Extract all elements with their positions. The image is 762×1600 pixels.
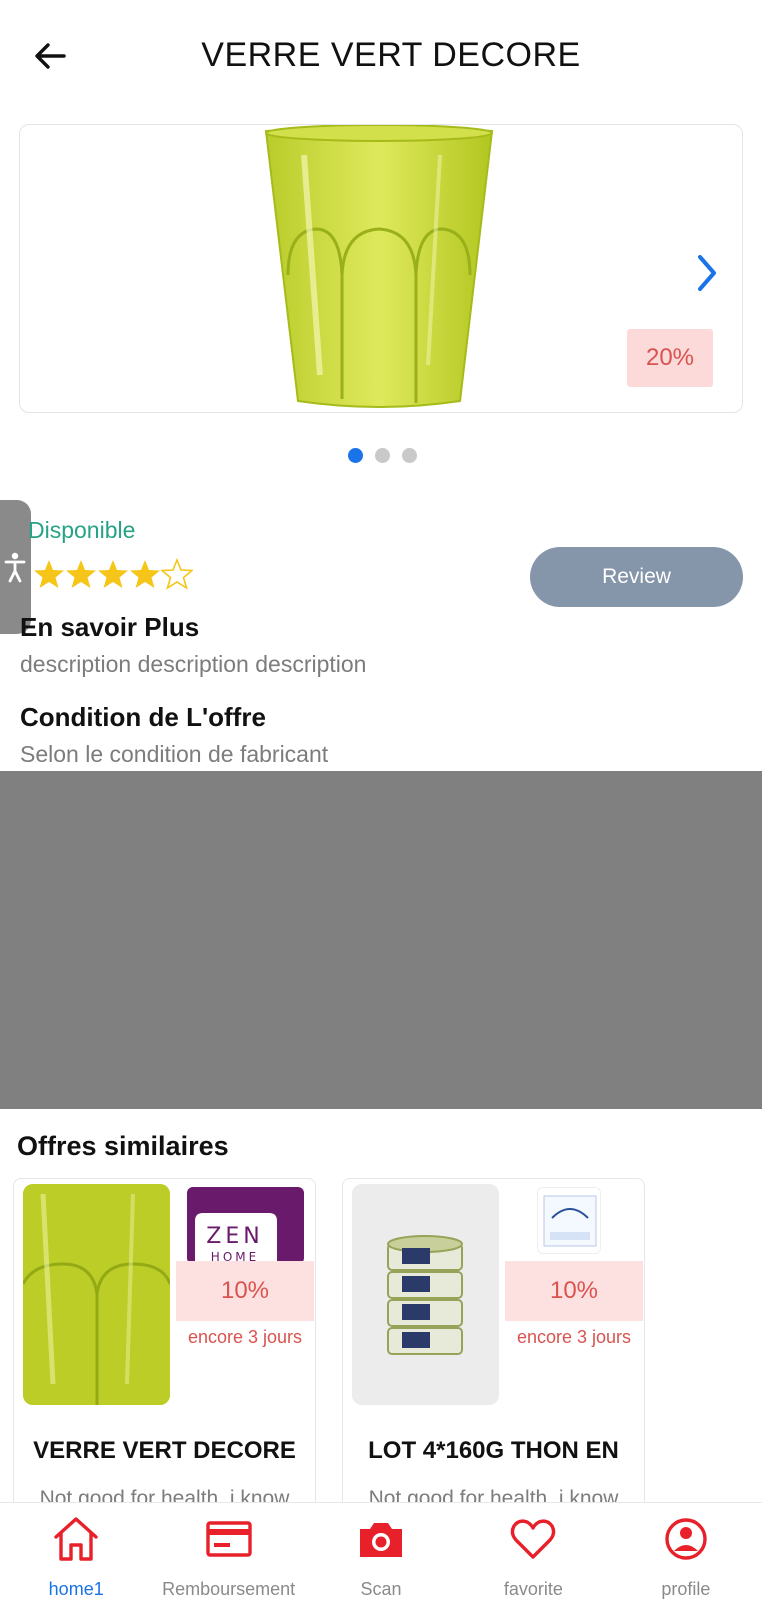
nav-label: favorite bbox=[503, 1579, 563, 1599]
svg-text:ZEN: ZEN bbox=[206, 1224, 263, 1249]
nav-item-profile[interactable]: profile bbox=[610, 1503, 762, 1600]
offer-condition-text: Selon le condition de fabricant bbox=[20, 741, 329, 767]
similar-offers-title: Offres similaires bbox=[17, 1131, 229, 1161]
availability-status: Disponible bbox=[28, 517, 136, 543]
nav-item-home[interactable]: home1 bbox=[0, 1503, 152, 1600]
offer-discount-badge: 10% bbox=[505, 1261, 643, 1321]
accessibility-icon bbox=[4, 552, 26, 583]
nav-label: Scan bbox=[360, 1579, 402, 1599]
offer-image bbox=[23, 1184, 170, 1405]
more-info-heading: En savoir Plus bbox=[20, 612, 200, 642]
bottom-navigation: home1 Remboursement Scan favorite profil… bbox=[0, 1502, 762, 1600]
star-filled-icon bbox=[98, 560, 128, 588]
review-button[interactable]: Review bbox=[530, 547, 743, 607]
carousel-dot-3[interactable] bbox=[401, 448, 417, 463]
offer-image bbox=[352, 1184, 499, 1405]
card-icon bbox=[205, 1521, 252, 1557]
nav-item-remboursement[interactable]: Remboursement bbox=[152, 1503, 304, 1600]
offer-title: VERRE VERT DECORE bbox=[33, 1437, 296, 1464]
star-filled-icon bbox=[66, 560, 96, 588]
offer-remaining-days: encore 3 jours bbox=[187, 1327, 303, 1347]
page-title: VERRE VERT DECORE bbox=[201, 36, 581, 74]
product-image bbox=[244, 125, 514, 412]
star-filled-icon bbox=[34, 560, 64, 588]
nav-label: profile bbox=[661, 1579, 711, 1599]
product-image-carousel[interactable]: 20% bbox=[19, 124, 743, 413]
offer-condition-heading: Condition de L'offre bbox=[20, 702, 266, 732]
app-header: VERRE VERT DECORE bbox=[0, 0, 762, 112]
home-icon bbox=[54, 1517, 98, 1561]
nav-item-scan[interactable]: Scan bbox=[305, 1503, 457, 1600]
carousel-pagination bbox=[0, 448, 762, 463]
nav-label: home1 bbox=[48, 1579, 104, 1599]
brand-logo-zen-home: ZEN HOME bbox=[187, 1187, 304, 1264]
heart-icon bbox=[511, 1519, 556, 1559]
offer-discount-badge: 10% bbox=[176, 1261, 314, 1321]
star-empty-icon bbox=[161, 558, 193, 590]
offer-remaining-days: encore 3 jours bbox=[516, 1327, 632, 1347]
carousel-next-button[interactable] bbox=[694, 253, 720, 293]
more-info-text: description description description bbox=[20, 651, 367, 677]
offer-title: LOT 4*160G THON EN bbox=[368, 1437, 619, 1464]
carousel-dot-2[interactable] bbox=[374, 448, 390, 463]
profile-icon bbox=[665, 1518, 707, 1560]
carousel-dot-1[interactable] bbox=[347, 448, 363, 463]
discount-badge: 20% bbox=[627, 329, 713, 387]
nav-item-favorite[interactable]: favorite bbox=[457, 1503, 609, 1600]
brand-logo-la-goulette bbox=[537, 1187, 601, 1254]
nav-label: Remboursement bbox=[162, 1579, 296, 1599]
camera-icon bbox=[360, 1523, 403, 1557]
chevron-right-icon bbox=[698, 255, 716, 291]
content-placeholder bbox=[0, 771, 762, 1109]
star-filled-icon bbox=[130, 560, 160, 588]
rating-stars bbox=[33, 558, 193, 590]
